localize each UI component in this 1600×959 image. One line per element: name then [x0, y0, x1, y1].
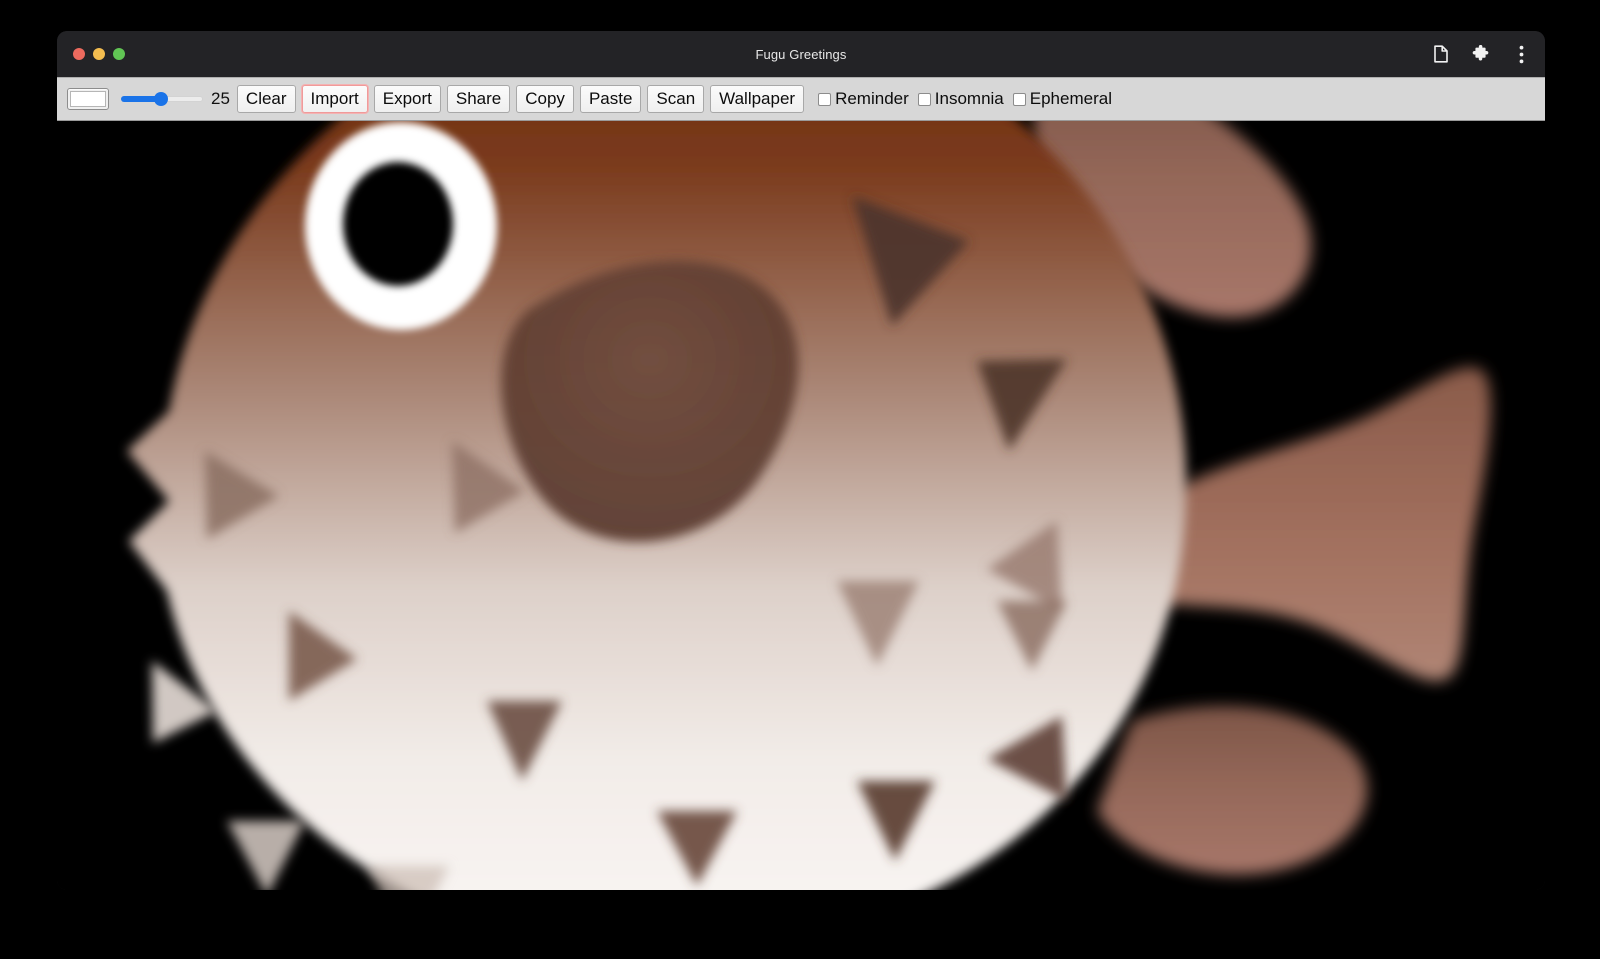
reminder-checkbox[interactable]: Reminder	[818, 89, 909, 109]
wallpaper-button[interactable]: Wallpaper	[710, 85, 804, 113]
install-app-icon[interactable]	[1431, 44, 1451, 64]
traffic-light-controls	[73, 48, 125, 60]
color-picker-swatch	[70, 91, 106, 107]
slider-thumb[interactable]	[154, 92, 168, 106]
browser-menu-kebab-icon[interactable]	[1511, 44, 1531, 64]
paste-button[interactable]: Paste	[580, 85, 641, 113]
app-window: Fugu Greetings	[57, 31, 1545, 890]
titlebar-actions	[1431, 31, 1531, 77]
window-title: Fugu Greetings	[57, 47, 1545, 62]
reminder-checkbox-label: Reminder	[835, 89, 909, 109]
export-button[interactable]: Export	[374, 85, 441, 113]
color-picker[interactable]	[67, 88, 109, 110]
blowfish-artwork	[57, 121, 1545, 890]
insomnia-checkbox-box[interactable]	[918, 93, 931, 106]
share-button[interactable]: Share	[447, 85, 510, 113]
toolbar-checkboxes-group: Reminder Insomnia Ephemeral	[814, 89, 1121, 109]
ephemeral-checkbox-box[interactable]	[1013, 93, 1026, 106]
ephemeral-checkbox[interactable]: Ephemeral	[1013, 89, 1112, 109]
toolbar-buttons-group: ClearImportExportShareCopyPasteScanWallp…	[237, 85, 810, 113]
ephemeral-checkbox-label: Ephemeral	[1030, 89, 1112, 109]
clear-button[interactable]: Clear	[237, 85, 296, 113]
drawing-canvas[interactable]	[57, 121, 1545, 890]
title-bar: Fugu Greetings	[57, 31, 1545, 77]
line-width-slider[interactable]	[121, 89, 203, 109]
extensions-puzzle-icon[interactable]	[1471, 44, 1491, 64]
maximize-window-button[interactable]	[113, 48, 125, 60]
app-toolbar: 25 ClearImportExportShareCopyPasteScanWa…	[57, 77, 1545, 121]
minimize-window-button[interactable]	[93, 48, 105, 60]
copy-button[interactable]: Copy	[516, 85, 574, 113]
reminder-checkbox-box[interactable]	[818, 93, 831, 106]
close-window-button[interactable]	[73, 48, 85, 60]
import-button[interactable]: Import	[302, 85, 368, 113]
scan-button[interactable]: Scan	[647, 85, 704, 113]
line-width-value: 25	[211, 89, 230, 109]
insomnia-checkbox-label: Insomnia	[935, 89, 1004, 109]
insomnia-checkbox[interactable]: Insomnia	[918, 89, 1004, 109]
